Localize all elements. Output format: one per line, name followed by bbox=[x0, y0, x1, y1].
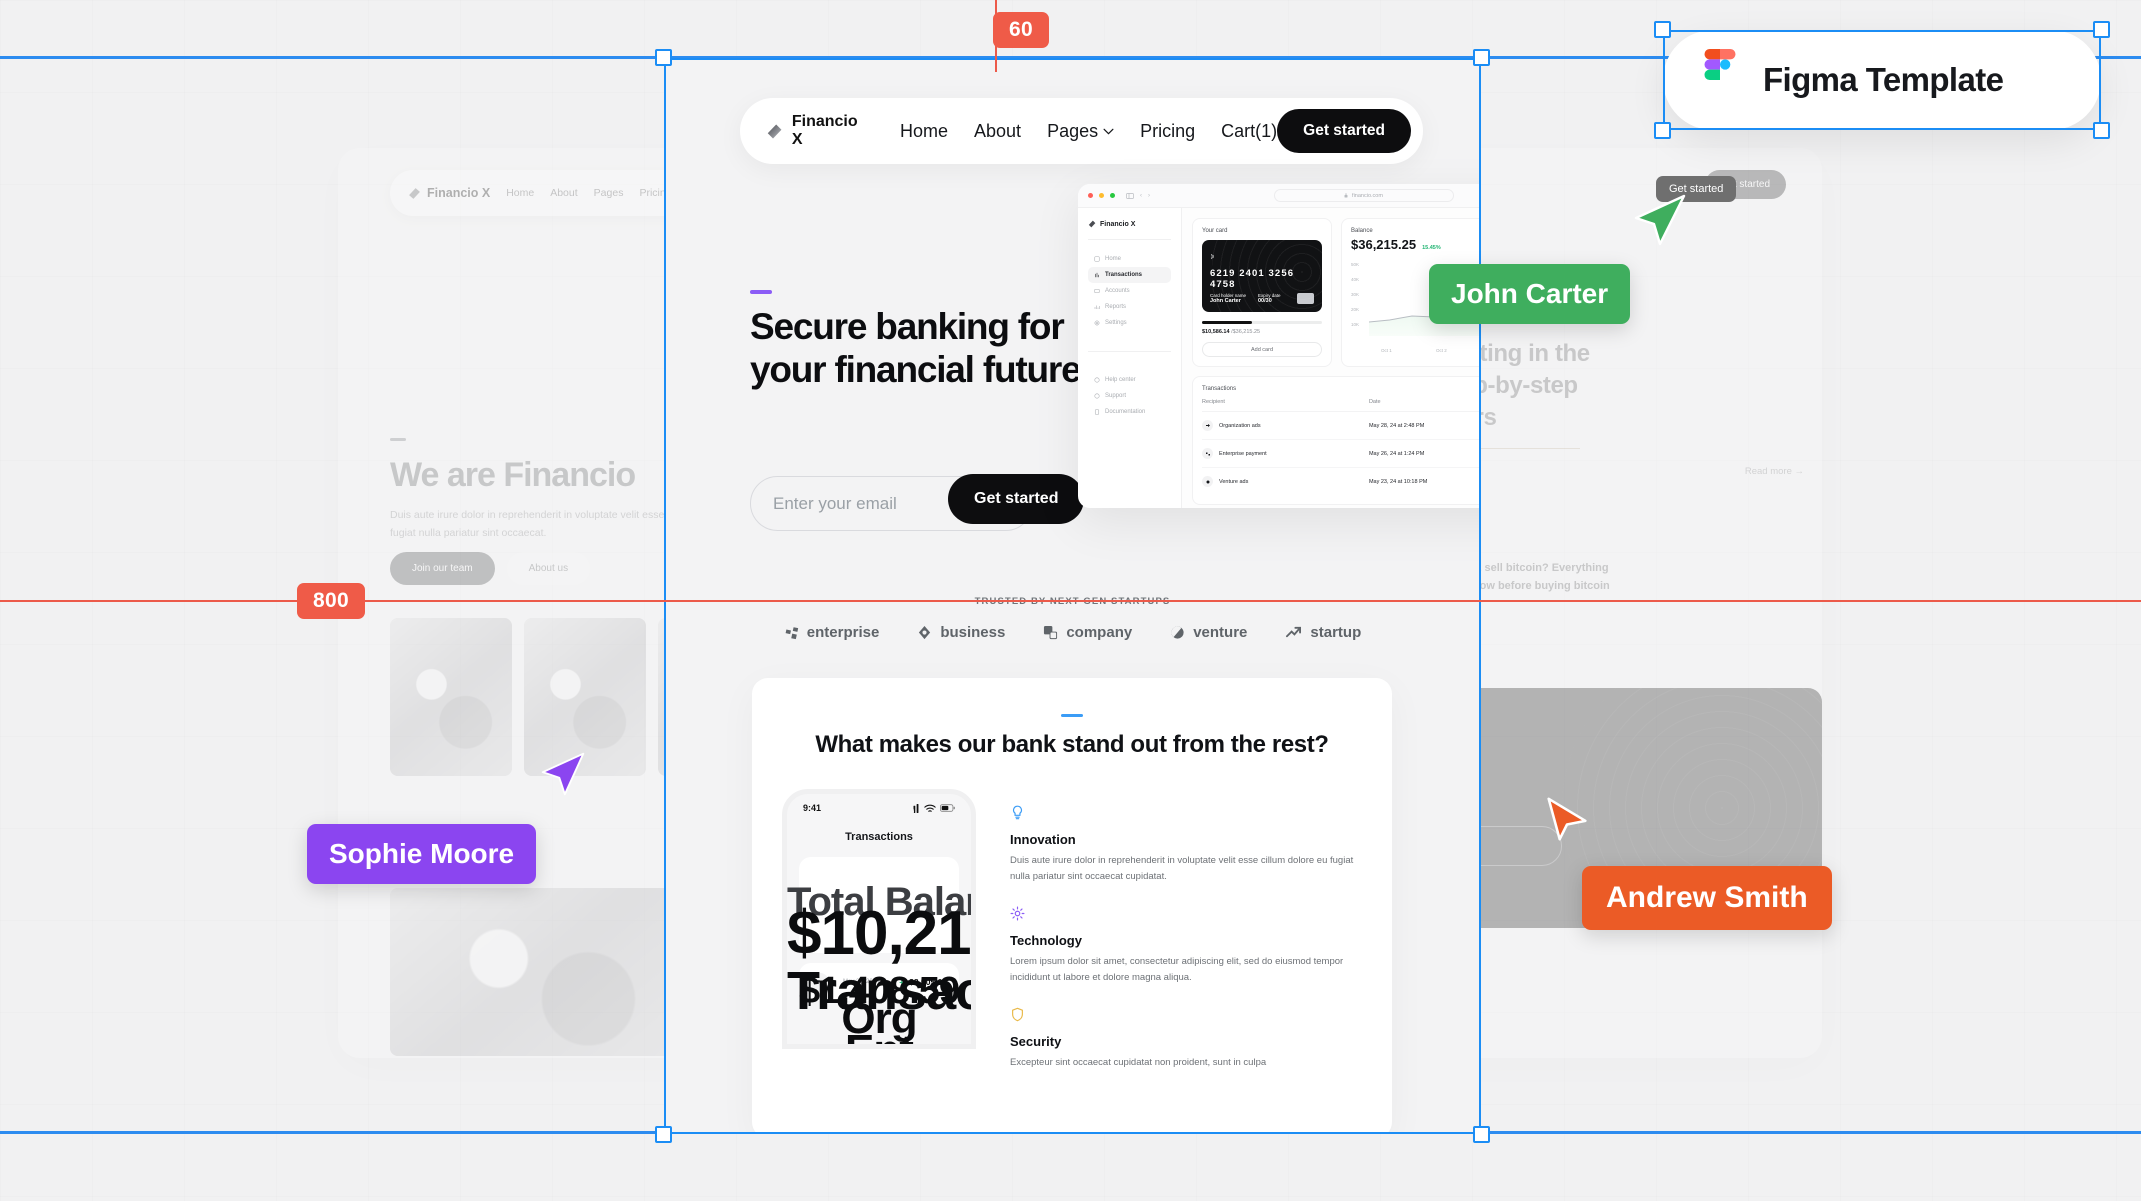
cursor-label-andrew-smith: Andrew Smith bbox=[1582, 866, 1832, 930]
bg-left-accent-rule bbox=[390, 438, 406, 441]
bg-left-nav-pages[interactable]: Pages bbox=[594, 187, 624, 199]
selection-frame bbox=[655, 49, 1490, 1143]
bg-left-heading: We are Financio bbox=[390, 456, 636, 494]
figma-resize-handle-bottom-left[interactable] bbox=[1654, 122, 1671, 139]
bg-left-logo: Financio X bbox=[408, 186, 490, 200]
cursor-label-sophie-moore: Sophie Moore bbox=[307, 824, 537, 884]
bg-left-nav-about[interactable]: About bbox=[550, 187, 577, 199]
bg-right-article-1-readmore[interactable]: Read more → bbox=[1745, 466, 1804, 477]
resize-handle-top-right[interactable] bbox=[1473, 49, 1490, 66]
figma-resize-handle-bottom-right[interactable] bbox=[2093, 122, 2110, 139]
bg-left-photo-1 bbox=[390, 618, 512, 776]
cursor-sophie-moore-icon bbox=[541, 752, 585, 796]
selection-outline bbox=[664, 58, 1481, 1134]
figma-template-selection[interactable]: Figma Template bbox=[1654, 21, 2110, 139]
bg-left-nav-home[interactable]: Home bbox=[506, 187, 534, 199]
bg-left-buttons: Join our team About us bbox=[390, 552, 591, 585]
figma-canvas: Financio X Home About Pages Pricing We a… bbox=[0, 0, 2141, 1201]
bg-left-join-button[interactable]: Join our team bbox=[390, 552, 495, 585]
financio-logo-icon bbox=[409, 187, 420, 199]
resize-handle-bottom-right[interactable] bbox=[1473, 1126, 1490, 1143]
measure-badge-800: 800 bbox=[297, 583, 365, 619]
bg-left-logo-text: Financio X bbox=[427, 186, 491, 200]
figma-resize-handle-top-right[interactable] bbox=[2093, 21, 2110, 38]
resize-handle-bottom-left[interactable] bbox=[655, 1126, 672, 1143]
figma-selection-outline bbox=[1663, 30, 2101, 130]
resize-handle-top-left[interactable] bbox=[655, 49, 672, 66]
cursor-label-john-carter: John Carter bbox=[1429, 264, 1631, 324]
cursor-john-carter-icon bbox=[1634, 194, 1686, 246]
cursor-andrew-smith-icon bbox=[1547, 797, 1587, 841]
measure-badge-60: 60 bbox=[993, 12, 1049, 48]
figma-resize-handle-top-left[interactable] bbox=[1654, 21, 1671, 38]
bg-left-about-button[interactable]: About us bbox=[506, 552, 591, 585]
bg-left-photo-4 bbox=[390, 888, 710, 1056]
